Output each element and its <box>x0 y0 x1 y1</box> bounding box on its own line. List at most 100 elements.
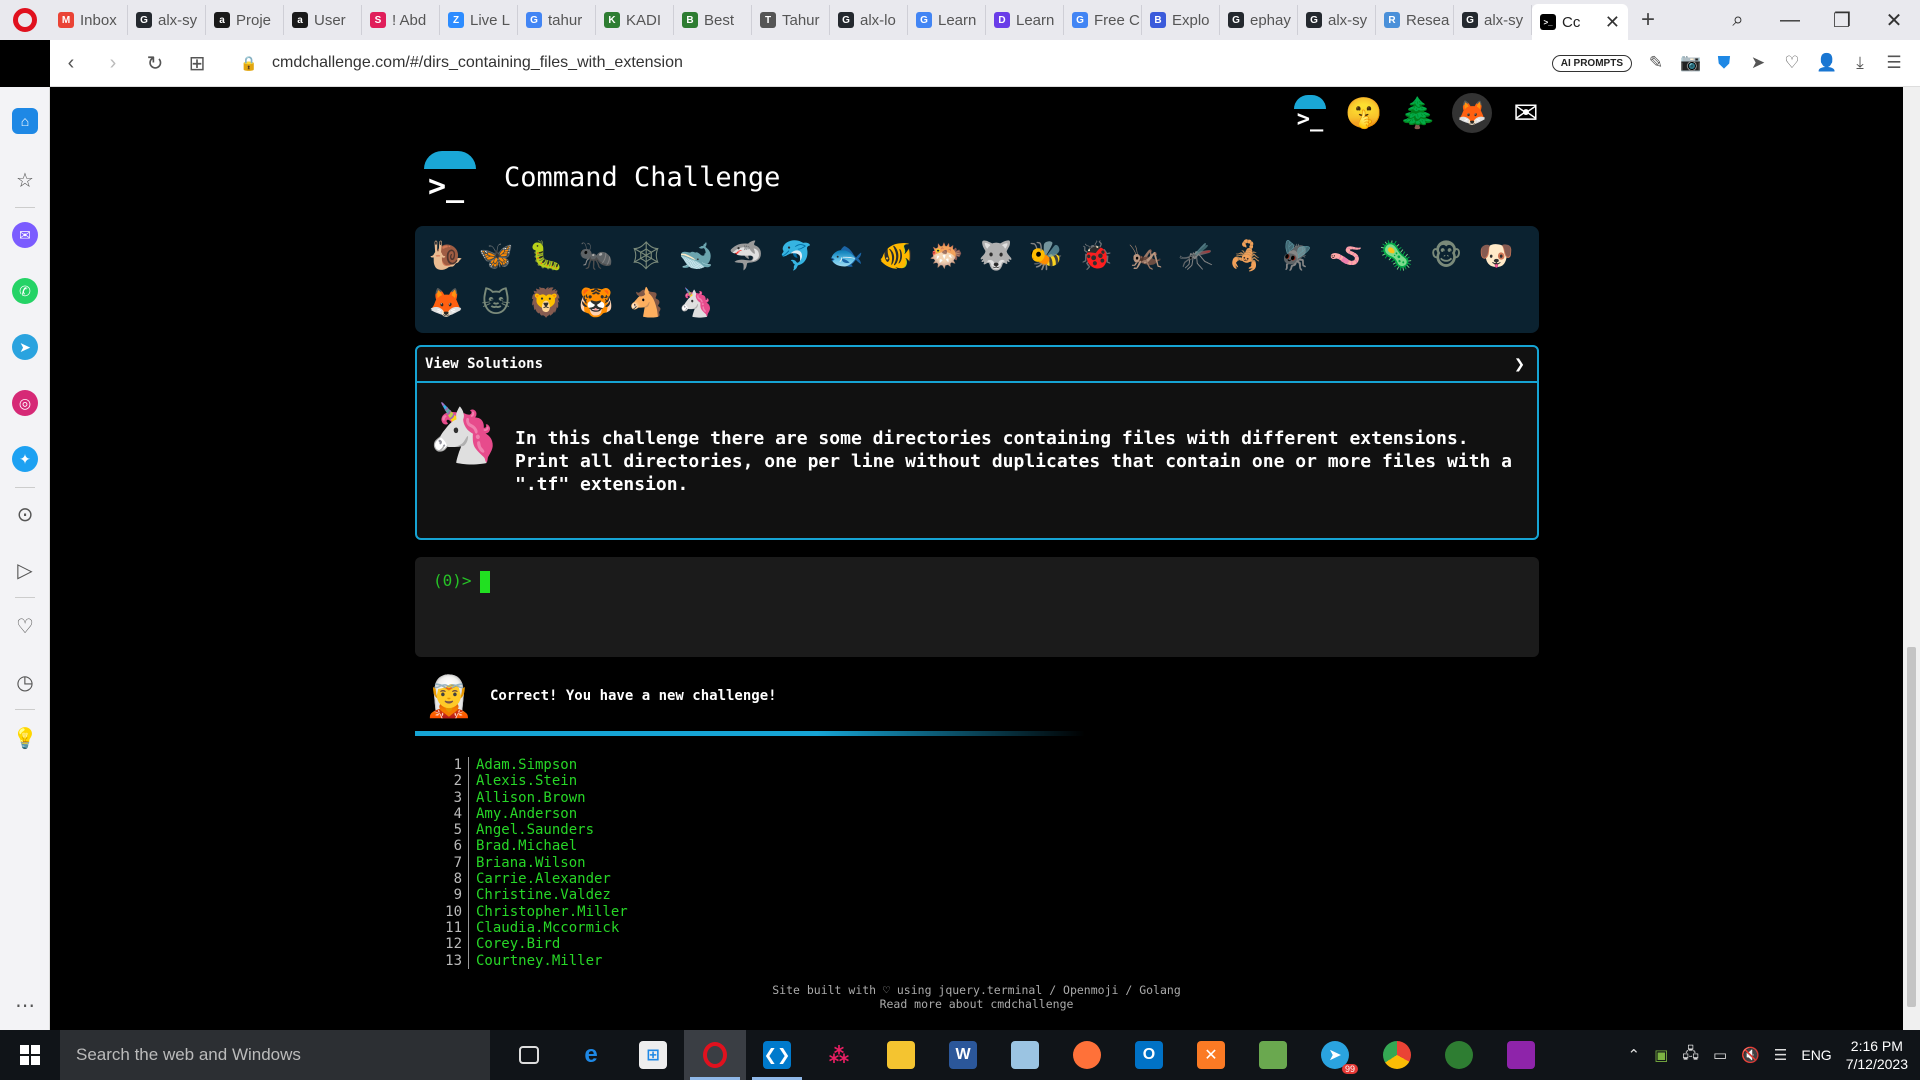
word-icon[interactable]: W <box>932 1030 994 1080</box>
star-icon[interactable]: ☆ <box>12 167 38 193</box>
browser-tab[interactable]: Gephay <box>1220 5 1298 35</box>
browser-tab[interactable]: G Learn <box>908 5 986 35</box>
challenge-animal-icon[interactable]: 🐝 <box>1021 232 1071 278</box>
forward-button[interactable]: › <box>92 52 134 75</box>
view-solutions-toggle[interactable]: View Solutions ❯ <box>417 347 1537 383</box>
lock-icon[interactable]: 🔒 <box>234 55 264 72</box>
file-explorer-icon[interactable] <box>870 1030 932 1080</box>
vscode-icon[interactable]: ❮❯ <box>746 1030 808 1080</box>
challenge-animal-icon[interactable]: 🦈 <box>721 232 771 278</box>
notifications-icon[interactable]: ☰ <box>1774 1046 1787 1064</box>
battery-icon[interactable]: ▭ <box>1713 1046 1727 1064</box>
firefox-icon[interactable] <box>1056 1030 1118 1080</box>
search-tabs-icon[interactable]: ⌕ <box>1712 9 1764 32</box>
easy-setup-icon[interactable]: ☰ <box>1884 53 1904 73</box>
outlook-icon[interactable]: O <box>1118 1030 1180 1080</box>
clock[interactable]: 2:16 PM 7/12/2023 <box>1846 1037 1908 1073</box>
challenge-animal-icon[interactable]: 🐵 <box>1421 232 1471 278</box>
challenge-animal-icon[interactable]: 🪱 <box>1321 232 1371 278</box>
chrome-icon[interactable] <box>1366 1030 1428 1080</box>
challenge-animal-icon[interactable]: 🐌 <box>421 232 471 278</box>
start-button[interactable] <box>0 1030 60 1080</box>
network-icon[interactable]: 🖧 <box>1682 1043 1699 1068</box>
telegram-taskbar-icon[interactable]: ➤ 99 <box>1304 1030 1366 1080</box>
home-icon[interactable]: ⌂ <box>12 108 38 134</box>
challenge-animal-icon[interactable]: 🕸 <box>621 232 671 278</box>
reload-button[interactable]: ↻ <box>134 51 176 76</box>
shushing-face-icon[interactable]: 🤫 <box>1344 93 1384 133</box>
more-icon[interactable]: ⋯ <box>12 992 38 1018</box>
browser-tab[interactable]: G Free C <box>1064 5 1142 35</box>
edge-icon[interactable]: e <box>560 1030 622 1080</box>
challenge-animal-icon[interactable]: 🦊 <box>421 280 471 326</box>
browser-tab[interactable]: D Learn <box>986 5 1064 35</box>
instagram-icon[interactable]: ◎ <box>12 390 38 416</box>
language-indicator[interactable]: ENG <box>1801 1047 1831 1063</box>
browser-tab[interactable]: Galx-sy <box>1298 5 1376 35</box>
flow-icon[interactable]: ▷ <box>12 557 38 583</box>
twitter-icon[interactable]: ✦ <box>12 446 38 472</box>
task-view-icon[interactable] <box>498 1030 560 1080</box>
telegram-icon[interactable]: ➤ <box>12 334 38 360</box>
browser-tab[interactable]: a Proje <box>206 5 284 35</box>
shield-icon[interactable]: ⛊ <box>1714 53 1734 73</box>
image-editor-icon[interactable] <box>1242 1030 1304 1080</box>
messenger-icon[interactable]: ✉ <box>12 222 38 248</box>
challenge-animal-icon[interactable]: 🐯 <box>571 280 621 326</box>
terminal-input[interactable]: (0)> <box>415 557 1539 657</box>
player-icon[interactable]: ⊙ <box>12 501 38 527</box>
edit-icon[interactable]: ✎ <box>1646 53 1666 73</box>
challenge-animal-icon[interactable]: 🐺 <box>971 232 1021 278</box>
challenge-animal-icon[interactable]: 🐡 <box>921 232 971 278</box>
footer-read-more-link[interactable]: Read more about cmdchallenge <box>50 997 1903 1011</box>
browser-tab[interactable]: S ! Abd <box>362 5 440 35</box>
notes-icon[interactable] <box>994 1030 1056 1080</box>
store-icon[interactable]: ⊞ <box>622 1030 684 1080</box>
tips-icon[interactable]: 💡 <box>12 725 38 751</box>
camera-icon[interactable]: 📷 <box>1680 53 1701 73</box>
close-tab-icon[interactable]: ✕ <box>1605 12 1620 33</box>
challenge-animal-icon[interactable]: 🐬 <box>771 232 821 278</box>
gitlab-icon[interactable]: 🦊 <box>1452 93 1492 133</box>
favorites-icon[interactable]: ♡ <box>12 613 38 639</box>
challenge-animal-icon[interactable]: 🦂 <box>1221 232 1271 278</box>
download-icon[interactable]: ⤓ <box>1850 53 1870 73</box>
winrar-icon[interactable] <box>1490 1030 1552 1080</box>
browser-tab[interactable]: Galx-sy <box>128 5 206 35</box>
tree-icon[interactable]: 🌲 <box>1398 93 1438 133</box>
challenge-animal-icon[interactable]: 🦠 <box>1371 232 1421 278</box>
challenge-animal-icon[interactable]: 🐠 <box>871 232 921 278</box>
restore-button[interactable]: ❐ <box>1816 8 1868 33</box>
url-field[interactable]: cmdchallenge.com/#/dirs_containing_files… <box>272 54 683 72</box>
whatsapp-icon[interactable]: ✆ <box>12 278 38 304</box>
taskbar-search-input[interactable]: Search the web and Windows <box>60 1030 490 1080</box>
challenge-animal-icon[interactable]: 🦟 <box>1171 232 1221 278</box>
browser-tab[interactable]: T Tahur <box>752 5 830 35</box>
opera-menu-icon[interactable] <box>0 0 50 40</box>
send-icon[interactable]: ➤ <box>1748 53 1768 73</box>
page-scrollbar[interactable] <box>1903 87 1920 1030</box>
terminal-icon[interactable]: >_ <box>1290 93 1330 133</box>
app-dots-icon[interactable]: ⁂ <box>808 1030 870 1080</box>
browser-tab[interactable]: Galx-lo <box>830 5 908 35</box>
tab-snapshot-icon[interactable]: ⊞ <box>176 51 218 76</box>
ai-prompts-button[interactable]: AI PROMPTS <box>1551 54 1632 72</box>
opera-taskbar-icon[interactable] <box>684 1030 746 1080</box>
browser-tab[interactable]: a User <box>284 5 362 35</box>
challenge-animal-icon[interactable]: 🐜 <box>571 232 621 278</box>
minimize-button[interactable]: — <box>1764 9 1816 32</box>
browser-tab[interactable]: Galx-sy <box>1454 5 1532 35</box>
challenge-animal-icon[interactable]: 🐴 <box>621 280 671 326</box>
challenge-animal-icon[interactable]: 🐶 <box>1471 232 1521 278</box>
heart-icon[interactable]: ♡ <box>1782 53 1802 73</box>
browser-tab[interactable]: R Resea <box>1376 5 1454 35</box>
challenge-animal-icon[interactable]: 🐋 <box>671 232 721 278</box>
browser-tab[interactable]: K KADI <box>596 5 674 35</box>
back-button[interactable]: ‹ <box>50 52 92 75</box>
browser-tab[interactable]: Z Live L <box>440 5 518 35</box>
chevron-up-icon[interactable]: ⌃ <box>1628 1046 1641 1064</box>
tab-active[interactable]: >_ Cc ✕ <box>1532 4 1628 40</box>
challenge-animal-icon[interactable]: 🦗 <box>1121 232 1171 278</box>
new-tab-button[interactable]: + <box>1628 6 1668 34</box>
browser-tab[interactable]: Gtahur <box>518 5 596 35</box>
